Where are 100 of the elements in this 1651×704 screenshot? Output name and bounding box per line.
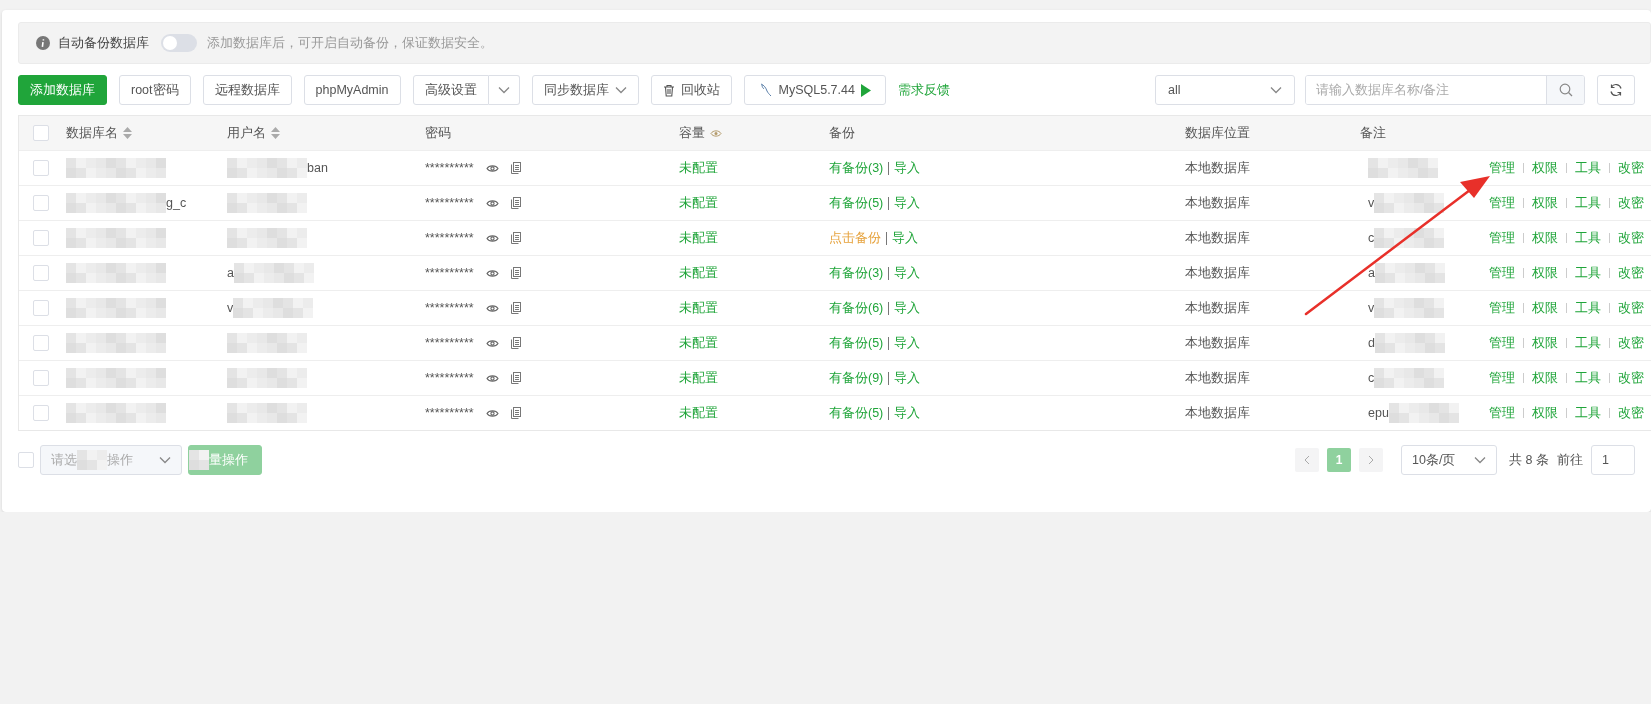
- quota-link[interactable]: 未配置: [679, 334, 718, 352]
- recycle-bin-button[interactable]: 回收站: [650, 75, 732, 105]
- action-link[interactable]: 权限: [1532, 369, 1558, 387]
- action-link[interactable]: 改密: [1618, 299, 1644, 317]
- dropdown-toggle-button[interactable]: [488, 75, 520, 105]
- mysql-version-button[interactable]: MySQL5.7.44: [743, 75, 886, 105]
- backup-link[interactable]: 点击备份: [829, 229, 881, 247]
- toolbar-button[interactable]: 远程数据库: [202, 75, 292, 105]
- backup-link[interactable]: 有备份(5): [829, 194, 884, 212]
- action-link[interactable]: 管理: [1489, 264, 1515, 282]
- toolbar-button[interactable]: 高级设置: [412, 75, 489, 105]
- copy-icon[interactable]: [510, 337, 521, 349]
- backup-link[interactable]: 有备份(9): [829, 369, 884, 387]
- quota-link[interactable]: 未配置: [679, 369, 718, 387]
- action-link[interactable]: 管理: [1489, 159, 1515, 177]
- action-link[interactable]: 改密: [1618, 194, 1644, 212]
- eye-icon[interactable]: [485, 233, 499, 243]
- copy-icon[interactable]: [510, 232, 521, 244]
- eye-icon[interactable]: [485, 338, 499, 348]
- toggle-switch[interactable]: [161, 34, 197, 52]
- action-link[interactable]: 管理: [1489, 369, 1515, 387]
- checkbox[interactable]: [33, 230, 49, 246]
- backup-link[interactable]: 有备份(6): [829, 299, 884, 317]
- action-link[interactable]: 工具: [1575, 334, 1601, 352]
- checkbox[interactable]: [33, 125, 49, 141]
- checkbox[interactable]: [33, 405, 49, 421]
- checkbox[interactable]: [18, 452, 34, 468]
- checkbox[interactable]: [33, 335, 49, 351]
- copy-icon[interactable]: [510, 267, 521, 279]
- action-link[interactable]: 权限: [1532, 229, 1558, 247]
- checkbox[interactable]: [33, 265, 49, 281]
- import-link[interactable]: 导入: [894, 194, 921, 212]
- quota-link[interactable]: 未配置: [679, 229, 718, 247]
- action-link[interactable]: 权限: [1532, 159, 1558, 177]
- eye-icon[interactable]: [485, 373, 499, 383]
- action-link[interactable]: 工具: [1575, 229, 1601, 247]
- import-link[interactable]: 导入: [894, 404, 921, 422]
- filter-select[interactable]: all: [1155, 75, 1295, 105]
- action-link[interactable]: 工具: [1575, 369, 1601, 387]
- quota-link[interactable]: 未配置: [679, 159, 718, 177]
- page-input[interactable]: 1: [1591, 445, 1635, 475]
- checkbox[interactable]: [33, 370, 49, 386]
- batch-action-button[interactable]: 量操作: [188, 445, 262, 475]
- backup-link[interactable]: 有备份(3): [829, 159, 884, 177]
- import-link[interactable]: 导入: [892, 229, 918, 247]
- search-field[interactable]: 请输入数据库名称/备注: [1305, 75, 1585, 105]
- copy-icon[interactable]: [510, 197, 521, 209]
- toolbar-button[interactable]: root密码: [119, 75, 191, 105]
- import-link[interactable]: 导入: [894, 369, 921, 387]
- refresh-button[interactable]: [1597, 75, 1635, 105]
- action-link[interactable]: 工具: [1575, 159, 1601, 177]
- copy-icon[interactable]: [510, 407, 521, 419]
- action-link[interactable]: 工具: [1575, 194, 1601, 212]
- action-link[interactable]: 管理: [1489, 229, 1515, 247]
- page-size-select[interactable]: 10条/页: [1401, 445, 1498, 475]
- copy-icon[interactable]: [510, 372, 521, 384]
- eye-icon[interactable]: [485, 198, 499, 208]
- action-link[interactable]: 工具: [1575, 299, 1601, 317]
- add-database-button[interactable]: 添加数据库: [18, 75, 107, 105]
- action-link[interactable]: 管理: [1489, 334, 1515, 352]
- action-link[interactable]: 改密: [1618, 369, 1644, 387]
- action-link[interactable]: 管理: [1489, 299, 1515, 317]
- action-link[interactable]: 权限: [1532, 299, 1558, 317]
- eye-icon[interactable]: [485, 408, 499, 418]
- quota-link[interactable]: 未配置: [679, 264, 718, 282]
- sort-icon[interactable]: [123, 127, 132, 139]
- backup-link[interactable]: 有备份(3): [829, 264, 884, 282]
- action-link[interactable]: 改密: [1618, 264, 1644, 282]
- import-link[interactable]: 导入: [894, 159, 921, 177]
- action-link[interactable]: 权限: [1532, 194, 1558, 212]
- import-link[interactable]: 导入: [894, 299, 921, 317]
- action-link[interactable]: 改密: [1618, 159, 1644, 177]
- copy-icon[interactable]: [510, 162, 521, 174]
- action-link[interactable]: 管理: [1489, 404, 1515, 422]
- checkbox[interactable]: [33, 300, 49, 316]
- action-link[interactable]: 改密: [1618, 334, 1644, 352]
- feedback-link[interactable]: 需求反馈: [897, 81, 950, 99]
- copy-icon[interactable]: [510, 302, 521, 314]
- checkbox[interactable]: [33, 195, 49, 211]
- action-link[interactable]: 权限: [1532, 404, 1558, 422]
- backup-link[interactable]: 有备份(5): [829, 334, 884, 352]
- action-link[interactable]: 权限: [1532, 334, 1558, 352]
- action-link[interactable]: 工具: [1575, 264, 1601, 282]
- action-link[interactable]: 工具: [1575, 404, 1601, 422]
- action-link[interactable]: 管理: [1489, 194, 1515, 212]
- batch-action-select[interactable]: 请选 操作: [40, 445, 182, 475]
- import-link[interactable]: 导入: [894, 334, 921, 352]
- action-link[interactable]: 改密: [1618, 404, 1644, 422]
- action-link[interactable]: 权限: [1532, 264, 1558, 282]
- toolbar-button[interactable]: phpMyAdmin: [303, 75, 401, 105]
- eye-icon[interactable]: [485, 268, 499, 278]
- action-link[interactable]: 改密: [1618, 229, 1644, 247]
- quota-link[interactable]: 未配置: [679, 194, 718, 212]
- backup-link[interactable]: 有备份(5): [829, 404, 884, 422]
- import-link[interactable]: 导入: [894, 264, 921, 282]
- sort-icon[interactable]: [271, 127, 280, 139]
- quota-link[interactable]: 未配置: [679, 404, 718, 422]
- search-icon[interactable]: [1558, 83, 1573, 97]
- checkbox[interactable]: [33, 160, 49, 176]
- eye-icon[interactable]: [485, 163, 499, 173]
